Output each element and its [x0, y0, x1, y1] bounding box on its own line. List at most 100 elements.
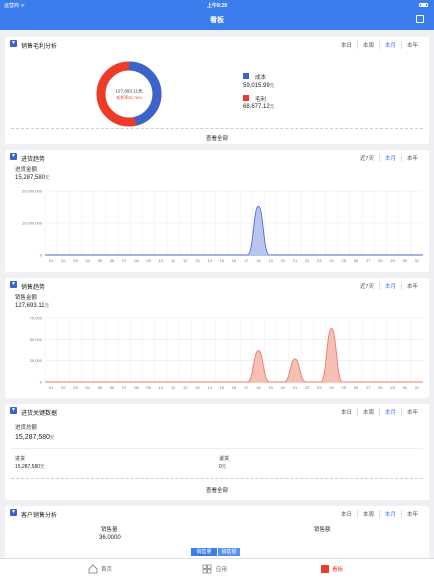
- tab-7days[interactable]: 近7天: [355, 282, 379, 290]
- segment-qty[interactable]: 销售量: [191, 548, 217, 556]
- donut-center-value: 127,693.11元: [115, 89, 143, 95]
- chart-icon: ▼: [10, 407, 17, 414]
- legend-profit-value-row: 68,677.12元: [243, 104, 274, 110]
- tab-day[interactable]: 本日: [336, 510, 357, 518]
- tab-month[interactable]: 本月: [378, 41, 401, 49]
- tab-year[interactable]: 本年: [400, 510, 423, 518]
- x-tick-label: 16: [232, 385, 237, 390]
- tab-7days[interactable]: 近7天: [355, 154, 379, 162]
- x-tick-label: 10: [159, 385, 164, 390]
- x-tick-label: 04: [85, 385, 90, 390]
- tab-month[interactable]: 本月: [378, 154, 401, 162]
- x-tick-label: 13: [195, 258, 200, 263]
- y-tick-label: 0: [40, 253, 43, 258]
- edit-icon[interactable]: [416, 15, 424, 23]
- period-tabs: 本日 本周 本月 本年: [336, 510, 423, 518]
- x-tick-label: 10: [159, 258, 164, 263]
- purchase-trend-chart: 0 10,000,000 20,000,000 01 02 03 04 05 06 07 08 09 1…: [22, 189, 423, 263]
- return-label: 退货: [219, 456, 230, 462]
- x-tick-label: 31: [415, 385, 420, 390]
- legend-cost-value-row: 59,015.99元: [243, 83, 274, 89]
- x-tick-label: 26: [354, 385, 359, 390]
- home-icon: [88, 564, 98, 574]
- tab-board[interactable]: 看板: [332, 565, 343, 573]
- board-icon: [321, 565, 329, 573]
- y-tick-label: 20,000,000: [22, 189, 43, 194]
- tab-month[interactable]: 本月: [378, 408, 401, 416]
- period-tabs: 本日 本周 本月 本年: [336, 41, 423, 49]
- tab-year[interactable]: 本年: [400, 41, 423, 49]
- x-tick-label: 22: [305, 258, 310, 263]
- x-tick-label: 11: [171, 385, 176, 390]
- tab-week[interactable]: 本周: [356, 510, 379, 518]
- tab-day[interactable]: 本日: [336, 41, 357, 49]
- y-tick-label: 0: [40, 380, 43, 385]
- y-tick-label: 50,000: [30, 337, 43, 342]
- tab-home[interactable]: 首页: [101, 565, 112, 573]
- profit-analysis-card: ▼ 销售毛利分析 本日 本周 本月 本年 127,693.11元 毛利率53.7…: [5, 37, 429, 144]
- x-tick-label: 12: [183, 258, 188, 263]
- x-tick-label: 01: [49, 385, 54, 390]
- x-tick-label: 21: [293, 385, 298, 390]
- tab-month[interactable]: 本月: [378, 282, 401, 290]
- tab-year[interactable]: 本年: [400, 154, 423, 162]
- metric-unit: 元: [45, 175, 50, 180]
- segment-amount[interactable]: 销售额: [218, 548, 240, 556]
- purchase-keydata-card: ▼ 进货关键数据 本日 本周 本月 本年 进货总额 15,287,580元 进货…: [5, 404, 429, 500]
- qty-value: 36.0000: [99, 535, 121, 541]
- total-value-row: 15,287,580元: [15, 434, 55, 441]
- period-tabs: 本日 本周 本月 本年: [336, 408, 423, 416]
- x-tick-label: 21: [293, 258, 298, 263]
- x-tick-label: 28: [378, 258, 383, 263]
- y-tick-label: 25,000: [30, 358, 43, 363]
- chart-icon: ▼: [10, 281, 17, 288]
- x-tick-label: 25: [342, 258, 347, 263]
- x-tick-label: 19: [268, 258, 273, 263]
- card-title: 进货关键数据: [21, 411, 58, 417]
- x-tick-label: 15: [220, 385, 225, 390]
- metric-value: 127,693.11: [15, 303, 45, 309]
- series-area: [45, 205, 423, 256]
- x-tick-label: 05: [98, 385, 103, 390]
- metric-unit: 元: [44, 303, 50, 308]
- tab-week[interactable]: 本周: [356, 41, 379, 49]
- tab-month[interactable]: 本月: [378, 510, 401, 518]
- period-tabs: 近7天 本月 本年: [355, 154, 423, 162]
- total-unit: 元: [50, 435, 55, 440]
- x-tick-label: 17: [244, 258, 249, 263]
- x-tick-label: 27: [366, 385, 371, 390]
- profit-donut-chart: 127,693.11元 毛利率53.78%: [96, 61, 162, 127]
- x-tick-label: 14: [207, 258, 212, 263]
- card-header: ▼ 客户销售分析 本日 本周 本月 本年: [5, 506, 429, 520]
- return-value-row: 0元: [219, 464, 226, 470]
- x-tick-label: 25: [342, 385, 347, 390]
- qty-label: 销售量: [101, 527, 118, 533]
- tab-week[interactable]: 本周: [356, 408, 379, 416]
- donut-center-rate: 毛利率53.78%: [116, 94, 142, 100]
- series-area: [45, 327, 423, 383]
- purchase-unit: 元: [40, 464, 45, 469]
- legend-cost-swatch: [243, 73, 249, 79]
- bottom-tab-bar: 首页 应用 看板: [0, 558, 434, 579]
- x-tick-label: 06: [110, 258, 115, 263]
- legend-profit-unit: 元: [269, 104, 275, 109]
- x-tick-label: 09: [146, 385, 151, 390]
- amount-label: 销售额: [314, 527, 331, 533]
- legend-profit-value: 68,677.12: [243, 104, 270, 110]
- x-tick-label: 29: [390, 385, 395, 390]
- tab-apps[interactable]: 应用: [216, 565, 227, 573]
- purchase-value: 15,287,580: [15, 464, 41, 470]
- card-header: ▼ 进货趋势 近7天 本月 本年: [5, 150, 429, 164]
- tab-year[interactable]: 本年: [400, 408, 423, 416]
- x-tick-label: 13: [195, 385, 200, 390]
- view-all-button[interactable]: 查看全部: [5, 134, 429, 142]
- x-tick-label: 02: [61, 258, 66, 263]
- x-tick-label: 16: [232, 258, 237, 263]
- tab-year[interactable]: 本年: [400, 282, 423, 290]
- card-title: 进货趋势: [21, 157, 46, 163]
- y-tick-label: 10,000,000: [22, 221, 43, 226]
- purchase-value-row: 15,287,580元: [15, 464, 45, 470]
- view-all-button[interactable]: 查看全部: [5, 486, 429, 494]
- tab-day[interactable]: 本日: [336, 408, 357, 416]
- metric-value-row: 15,287,580元: [15, 175, 50, 181]
